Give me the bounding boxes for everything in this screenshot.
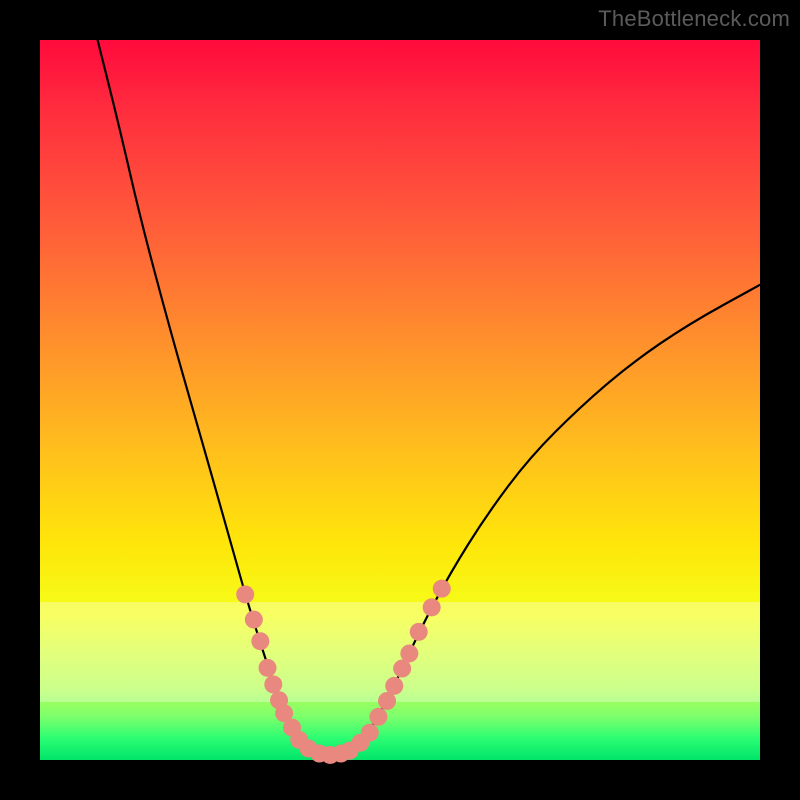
curve-marker (236, 585, 254, 603)
curve-marker (361, 724, 379, 742)
curve-marker (410, 623, 428, 641)
curve-marker (423, 598, 441, 616)
curve-marker (264, 675, 282, 693)
curve-marker (369, 708, 387, 726)
curve-marker (245, 611, 263, 629)
bottleneck-curve (40, 40, 760, 760)
curve-marker (251, 632, 269, 650)
curve-marker (400, 644, 418, 662)
curve-marker (259, 659, 277, 677)
watermark-label: TheBottleneck.com (598, 6, 790, 32)
marker-group (236, 580, 451, 764)
plot-area (40, 40, 760, 760)
curve-marker (385, 677, 403, 695)
curve-path (98, 40, 760, 755)
curve-marker (433, 580, 451, 598)
chart-frame: TheBottleneck.com (0, 0, 800, 800)
